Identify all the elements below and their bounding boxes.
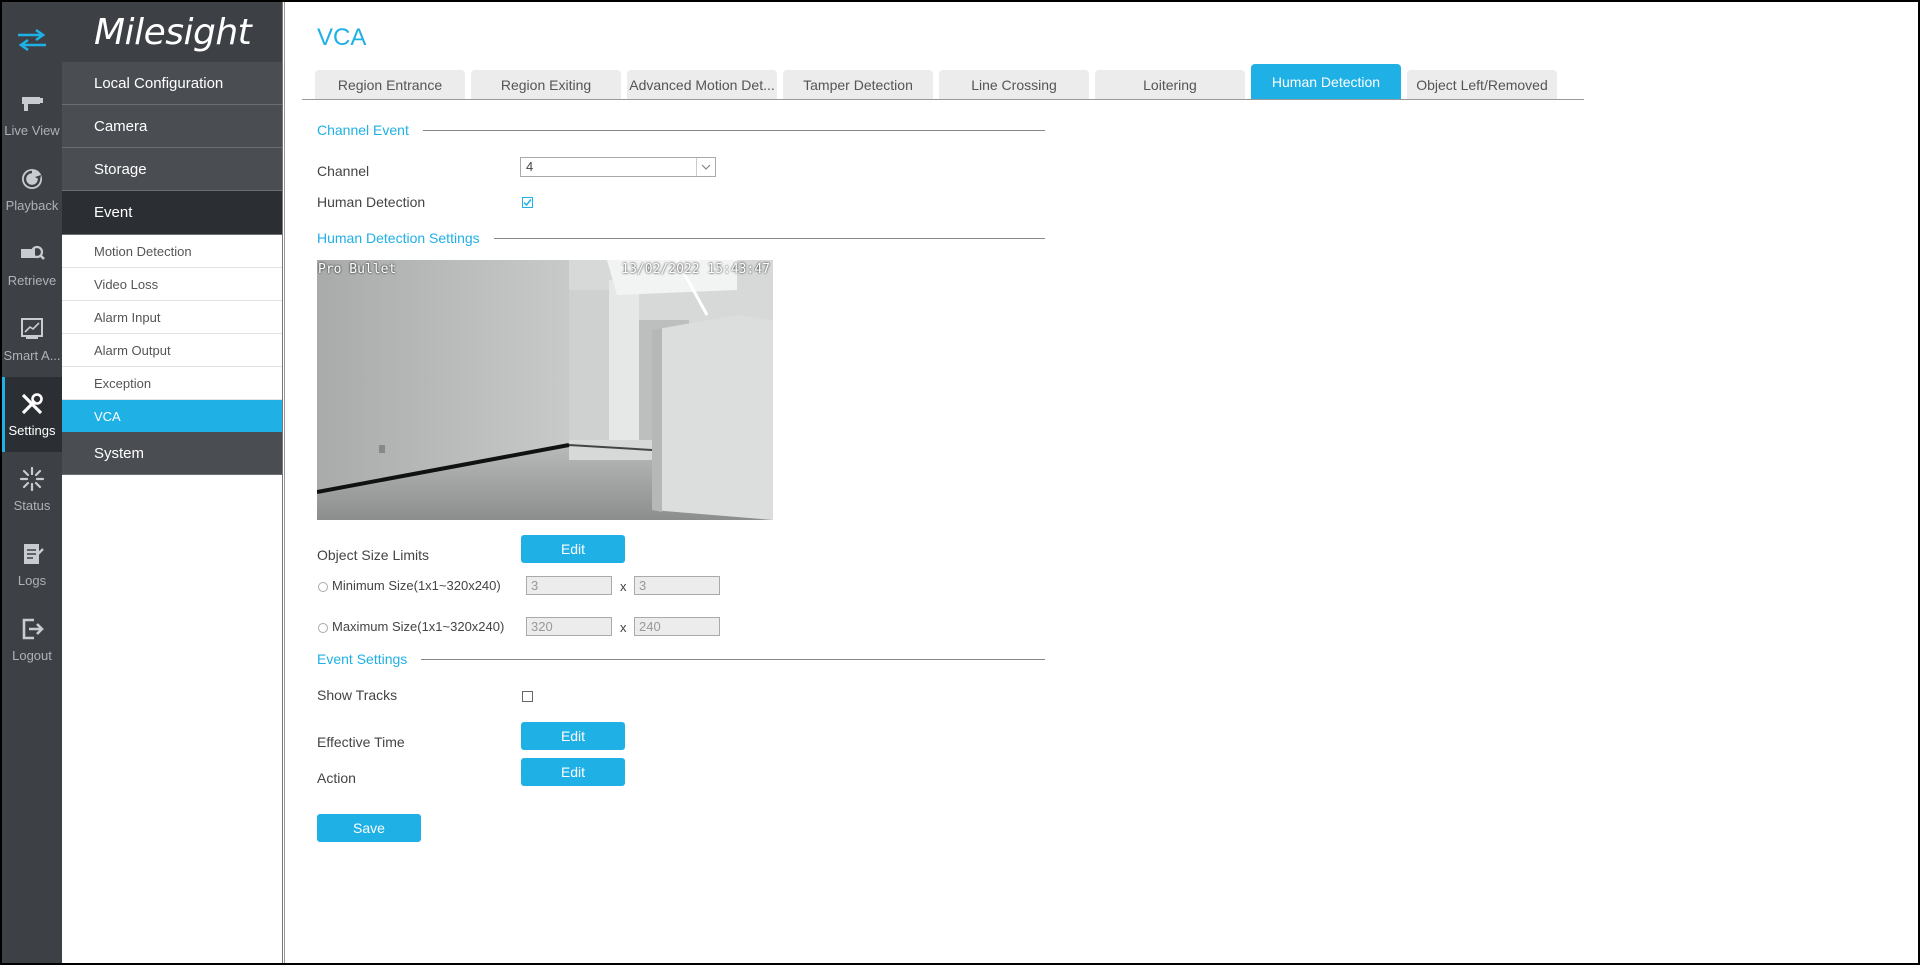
rail-item-status[interactable]: Status (2, 452, 62, 527)
playback-icon (22, 169, 42, 189)
show-tracks-label: Show Tracks (317, 687, 398, 703)
status-icon (19, 466, 45, 492)
logs-icon (24, 544, 44, 564)
rail-item-settings[interactable]: Settings (2, 377, 62, 452)
tab-loitering[interactable]: Loitering (1095, 70, 1245, 99)
effective-time-label: Effective Time (317, 734, 405, 750)
rail-label: Live View (4, 123, 60, 138)
settings-menu: Milesight Local Configuration Camera Sto… (62, 2, 283, 963)
rail-item-smart-analytics[interactable]: Smart A... (2, 302, 62, 377)
menu-sub-alarm-output[interactable]: Alarm Output (62, 334, 282, 367)
tab-tamper-detection[interactable]: Tamper Detection (783, 70, 933, 99)
logout-icon (22, 618, 44, 640)
human-detection-checkbox[interactable] (522, 197, 533, 208)
section-channel-event: Channel Event (317, 122, 1045, 138)
switch-arrows-icon (18, 28, 46, 51)
vca-tabs: Region Entrance Region Exiting Advanced … (302, 64, 1584, 100)
rail-item-retrieve[interactable]: Retrieve (2, 227, 62, 302)
section-human-detection-settings: Human Detection Settings (317, 230, 1045, 246)
minimum-height-input[interactable]: 3 (634, 576, 720, 595)
maximum-width-input[interactable]: 320 (526, 617, 612, 636)
main-content: VCA Region Entrance Region Exiting Advan… (285, 2, 1918, 963)
rail-item-logs[interactable]: Logs (2, 527, 62, 602)
menu-sub-exception[interactable]: Exception (62, 367, 282, 400)
tab-region-exiting[interactable]: Region Exiting (471, 70, 621, 99)
camera-scene (317, 260, 773, 520)
section-rule (422, 129, 1045, 131)
rail-label: Status (13, 498, 51, 513)
section-event-settings: Event Settings (317, 651, 1045, 667)
object-size-edit-button[interactable]: Edit (521, 535, 625, 563)
action-edit-button[interactable]: Edit (521, 758, 625, 786)
section-rule (421, 658, 1045, 660)
section-title: Channel Event (317, 122, 409, 138)
maximum-height-input[interactable]: 240 (634, 617, 720, 636)
menu-item-system[interactable]: System (62, 432, 282, 475)
check-icon (523, 199, 532, 207)
maximum-size-radio[interactable] (318, 623, 328, 633)
channel-select[interactable]: 4 (520, 157, 716, 177)
section-title: Event Settings (317, 651, 408, 667)
times-separator: x (620, 579, 627, 594)
minimum-size-radio[interactable] (318, 582, 328, 592)
smart-analytics-icon (21, 318, 43, 339)
channel-label: Channel (317, 163, 370, 179)
tab-object-left-removed[interactable]: Object Left/Removed (1407, 70, 1557, 99)
rail-label: Logout (12, 648, 52, 663)
menu-item-event[interactable]: Event (62, 191, 282, 235)
menu-sub-vca[interactable]: VCA (62, 400, 282, 432)
times-separator: x (620, 620, 627, 635)
brand-logo: Milesight (62, 2, 282, 62)
rail-label: Settings (8, 423, 56, 438)
rail-label: Logs (17, 573, 47, 588)
app-window: Live View Playback Retrieve Smart A... S… (0, 0, 1920, 965)
rail-label: Retrieve (7, 273, 57, 288)
tab-human-detection[interactable]: Human Detection (1251, 64, 1401, 99)
menu-item-camera[interactable]: Camera (62, 105, 282, 148)
live-view-icon (22, 97, 43, 111)
menu-sub-alarm-input[interactable]: Alarm Input (62, 301, 282, 334)
preview-timestamp: 13/02/2022 15:43:47 (621, 262, 770, 277)
menu-sub-motion-detection[interactable]: Motion Detection (62, 235, 282, 268)
minimum-width-input[interactable]: 3 (526, 576, 612, 595)
tab-line-crossing[interactable]: Line Crossing (939, 70, 1089, 99)
page-title: VCA (317, 24, 367, 51)
human-detection-label: Human Detection (317, 194, 426, 210)
minimum-size-label: Minimum Size(1x1~320x240) (332, 578, 501, 593)
menu-sub-video-loss[interactable]: Video Loss (62, 268, 282, 301)
switch-view-button[interactable] (2, 2, 62, 77)
tab-advanced-motion-detection[interactable]: Advanced Motion Det... (627, 70, 777, 99)
section-title: Human Detection Settings (317, 230, 480, 246)
chevron-down-icon (696, 158, 715, 176)
action-label: Action (317, 770, 356, 786)
save-button[interactable]: Save (317, 814, 421, 842)
effective-time-edit-button[interactable]: Edit (521, 722, 625, 750)
show-tracks-checkbox[interactable] (522, 691, 533, 702)
settings-icon (21, 393, 43, 415)
icon-rail: Live View Playback Retrieve Smart A... S… (2, 2, 62, 963)
rail-item-playback[interactable]: Playback (2, 152, 62, 227)
retrieve-icon (21, 245, 45, 260)
maximum-size-label: Maximum Size(1x1~320x240) (332, 619, 505, 634)
rail-label: Playback (5, 198, 59, 213)
camera-preview[interactable]: Pro Bullet 13/02/2022 15:43:47 (317, 260, 773, 520)
rail-item-live-view[interactable]: Live View (2, 77, 62, 152)
tab-region-entrance[interactable]: Region Entrance (315, 70, 465, 99)
rail-label: Smart A... (3, 348, 61, 363)
object-size-limits-label: Object Size Limits (317, 547, 430, 563)
preview-camera-name: Pro Bullet (318, 262, 397, 277)
menu-item-storage[interactable]: Storage (62, 148, 282, 191)
rail-item-logout[interactable]: Logout (2, 602, 62, 677)
channel-value: 4 (526, 159, 534, 174)
menu-item-local-configuration[interactable]: Local Configuration (62, 62, 282, 105)
section-rule (493, 237, 1045, 239)
